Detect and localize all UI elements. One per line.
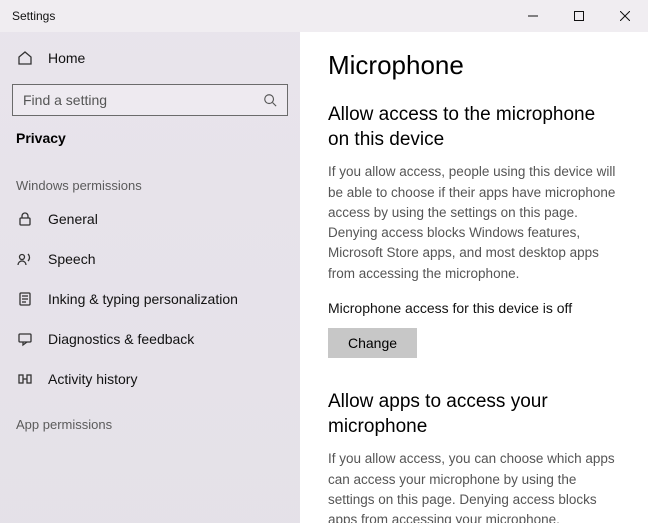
sidebar-item-label: Inking & typing personalization	[48, 291, 238, 307]
feedback-icon	[16, 330, 34, 348]
window-title: Settings	[12, 9, 55, 23]
close-button[interactable]	[602, 0, 648, 32]
change-button[interactable]: Change	[328, 328, 417, 358]
section-description: If you allow access, you can choose whic…	[328, 449, 620, 523]
search-icon	[263, 93, 277, 107]
mic-access-status: Microphone access for this device is off	[328, 300, 620, 316]
home-icon	[16, 49, 34, 67]
page-title: Microphone	[328, 50, 620, 81]
sidebar-item-label: Speech	[48, 251, 95, 267]
sidebar-category[interactable]: Privacy	[0, 122, 300, 160]
section-title: Allow apps to access your microphone	[328, 390, 620, 439]
sidebar-item-general[interactable]: General	[0, 199, 300, 239]
sidebar-group-header: Windows permissions	[0, 160, 300, 199]
minimize-button[interactable]	[510, 0, 556, 32]
speech-icon	[16, 250, 34, 268]
sidebar-item-label: General	[48, 211, 98, 227]
sidebar-item-diagnostics[interactable]: Diagnostics & feedback	[0, 319, 300, 359]
history-icon	[16, 370, 34, 388]
sidebar-item-speech[interactable]: Speech	[0, 239, 300, 279]
sidebar-group-header: App permissions	[0, 399, 300, 438]
sidebar-item-label: Activity history	[48, 371, 137, 387]
window-controls	[510, 0, 648, 32]
sidebar-item-inking[interactable]: Inking & typing personalization	[0, 279, 300, 319]
search-input[interactable]	[12, 84, 288, 116]
search-field[interactable]	[23, 92, 263, 108]
sidebar: Home Privacy Windows permissions General	[0, 32, 300, 523]
sidebar-item-activity[interactable]: Activity history	[0, 359, 300, 399]
maximize-button[interactable]	[556, 0, 602, 32]
lock-icon	[16, 210, 34, 228]
titlebar: Settings	[0, 0, 648, 32]
clipboard-icon	[16, 290, 34, 308]
sidebar-item-label: Diagnostics & feedback	[48, 331, 194, 347]
sidebar-item-label: Home	[48, 50, 85, 66]
sidebar-item-home[interactable]: Home	[0, 38, 300, 78]
section-description: If you allow access, people using this d…	[328, 162, 620, 284]
main-content: Microphone Allow access to the microphon…	[300, 32, 648, 523]
section-title: Allow access to the microphone on this d…	[328, 103, 620, 152]
